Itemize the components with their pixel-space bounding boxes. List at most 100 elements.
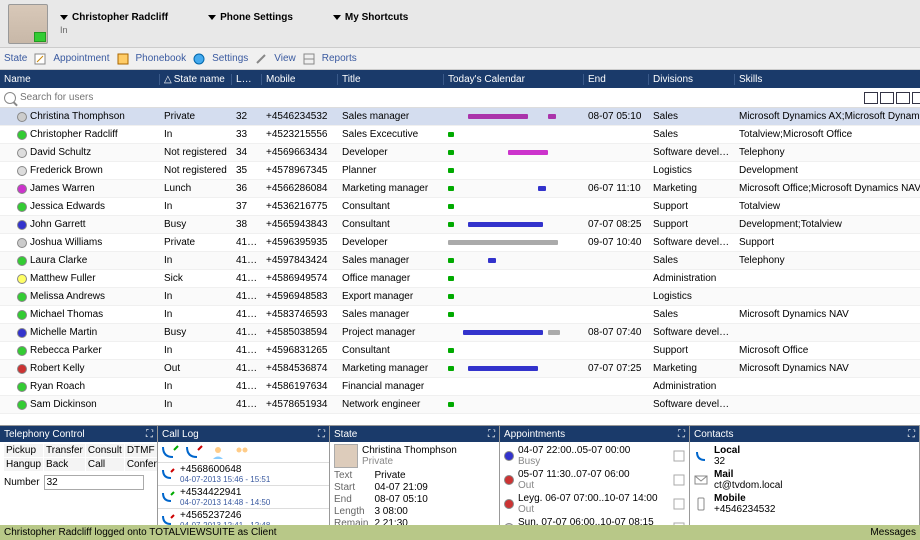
end-cell: 07-07 08:25 [584,219,649,230]
settings-button[interactable]: Settings [212,53,248,64]
appointment-row[interactable]: 05-07 11:30..07-07 06:00Out [504,468,685,492]
end-cell: 06-07 11:10 [584,183,649,194]
contact-row[interactable]: Local32 [694,444,915,468]
phone-icon [160,513,176,525]
state-user-name: Christina Thomphson [362,445,457,456]
call-log-entry[interactable]: +456523724604-07-2013 12:41 - 12:48 [158,508,329,525]
row-indicator-icon [4,166,14,176]
call-user-icon[interactable] [208,444,228,460]
tc-button[interactable]: Consult [86,444,124,457]
user-row[interactable]: Michelle Martin Busy 4148 +4585038594 Pr… [0,324,920,342]
col-skills[interactable]: Skills [735,74,920,85]
presence-icon [17,346,27,356]
header: Christopher Radcliff In Phone Settings M… [0,0,920,48]
tc-button[interactable]: DTMF [125,444,157,457]
title-cell: Consultant [338,345,444,356]
view-card-icon[interactable] [912,92,920,104]
calendar-cell [444,240,584,246]
col-end[interactable]: End [584,74,649,85]
col-state[interactable]: △State name [160,74,232,85]
presence-icon [17,238,27,248]
user-name-cell: James Warren [30,183,95,194]
user-row[interactable]: Frederick Brown Not registered 35 +45789… [0,162,920,180]
user-avatar[interactable] [8,4,48,44]
user-row[interactable]: Christopher Radcliff In 33 +4523215556 S… [0,126,920,144]
view-list-icon[interactable] [864,92,878,104]
note-icon [673,474,685,486]
col-mobile[interactable]: Mobile [262,74,338,85]
user-name-cell: John Garrett [30,219,86,230]
reports-button[interactable]: Reports [322,53,357,64]
presence-icon [17,148,27,158]
tc-button[interactable]: Confere [125,458,157,471]
phonebook-button[interactable]: Phonebook [136,53,187,64]
presence-icon [17,382,27,392]
mobile-cell: +4569663434 [262,147,338,158]
messages-link[interactable]: Messages [870,525,916,540]
contact-row[interactable]: Mailct@tvdom.local [694,468,915,492]
view-detail-icon[interactable] [880,92,894,104]
user-row[interactable]: Matthew Fuller Sick 4152 +4586949574 Off… [0,270,920,288]
state-button[interactable]: State [4,53,27,64]
state-user-sub: Private [362,456,457,467]
search-input[interactable] [20,92,864,103]
call-in-icon[interactable] [160,444,180,460]
call-out-icon[interactable] [184,444,204,460]
user-name-cell: Rebecca Parker [30,345,102,356]
user-menu[interactable]: Christopher Radcliff In [60,12,168,35]
appointment-row[interactable]: Leyg. 06-07 07:00..10-07 14:00Out [504,492,685,516]
user-row[interactable]: Melissa Andrews In 4151 +4596948583 Expo… [0,288,920,306]
title-cell: Developer [338,237,444,248]
ctc-hdr: Contacts [694,429,733,440]
shortcuts-menu[interactable]: My Shortcuts [333,12,408,35]
calendar-cell [444,294,584,300]
user-row[interactable]: Laura Clarke In 4153 +4597843424 Sales m… [0,252,920,270]
call-log-entry[interactable]: +453442294104-07-2013 14:48 - 14:50 [158,485,329,508]
tc-button[interactable]: Call [86,458,124,471]
user-row[interactable]: James Warren Lunch 36 +4566286084 Market… [0,180,920,198]
call-log-entry[interactable]: +456860064804-07-2013 15:46 - 15:51 [158,462,329,485]
user-row[interactable]: Sam Dickinson In 4140 +4578651934 Networ… [0,396,920,414]
user-row[interactable]: David Schultz Not registered 34 +4569663… [0,144,920,162]
number-input[interactable] [44,475,144,490]
phone-settings-menu[interactable]: Phone Settings [208,12,293,35]
appointment-button[interactable]: Appointment [53,53,109,64]
appointment-row[interactable]: 04-07 22:00..05-07 00:00Busy [504,444,685,468]
user-name-cell: Matthew Fuller [30,273,96,284]
expand-icon[interactable]: ⛶ [146,429,153,440]
state-cell: In [160,129,232,140]
user-row[interactable]: Robert Kelly Out 4146 +4584536874 Market… [0,360,920,378]
expand-icon[interactable]: ⛶ [908,429,915,440]
division-cell: Support [649,201,735,212]
tc-button[interactable]: Transfer [44,444,85,457]
view-button[interactable]: View [274,53,296,64]
expand-icon[interactable]: ⛶ [318,429,325,440]
user-row[interactable]: Joshua Williams Private 4150 +4596395935… [0,234,920,252]
tc-button[interactable]: Pickup [4,444,43,457]
user-list: Name △State name Local Mobile Title Toda… [0,70,920,425]
appointment-row[interactable]: Sun. 07-07 06:00..10-07 08:15Private [504,516,685,525]
user-row[interactable]: John Garrett Busy 38 +4565943843 Consult… [0,216,920,234]
expand-icon[interactable]: ⛶ [678,429,685,440]
col-name[interactable]: Name [0,74,160,85]
state-cell: Private [160,111,232,122]
user-row[interactable]: Christina Thomphson Private 32 +45462345… [0,108,920,126]
row-indicator-icon [4,310,14,320]
col-calendar[interactable]: Today's Calendar [444,74,584,85]
expand-icon[interactable]: ⛶ [488,429,495,440]
user-row[interactable]: Jessica Edwards In 37 +4536216775 Consul… [0,198,920,216]
local-cell: 33 [232,129,262,140]
user-row[interactable]: Rebecca Parker In 4147 +4596831265 Consu… [0,342,920,360]
tc-button[interactable]: Hangup [4,458,43,471]
user-row[interactable]: Ryan Roach In 4143 +4586197634 Financial… [0,378,920,396]
calendar-cell [444,222,584,228]
tc-button[interactable]: Back [44,458,85,471]
call-group-icon[interactable] [232,444,252,460]
col-local[interactable]: Local [232,74,262,85]
view-tile-icon[interactable] [896,92,910,104]
user-row[interactable]: Michael Thomas In 4149 +4583746593 Sales… [0,306,920,324]
col-divisions[interactable]: Divisions [649,74,735,85]
col-title[interactable]: Title [338,74,444,85]
contact-row[interactable]: Mobile+4546234532 [694,492,915,516]
title-cell: Consultant [338,219,444,230]
